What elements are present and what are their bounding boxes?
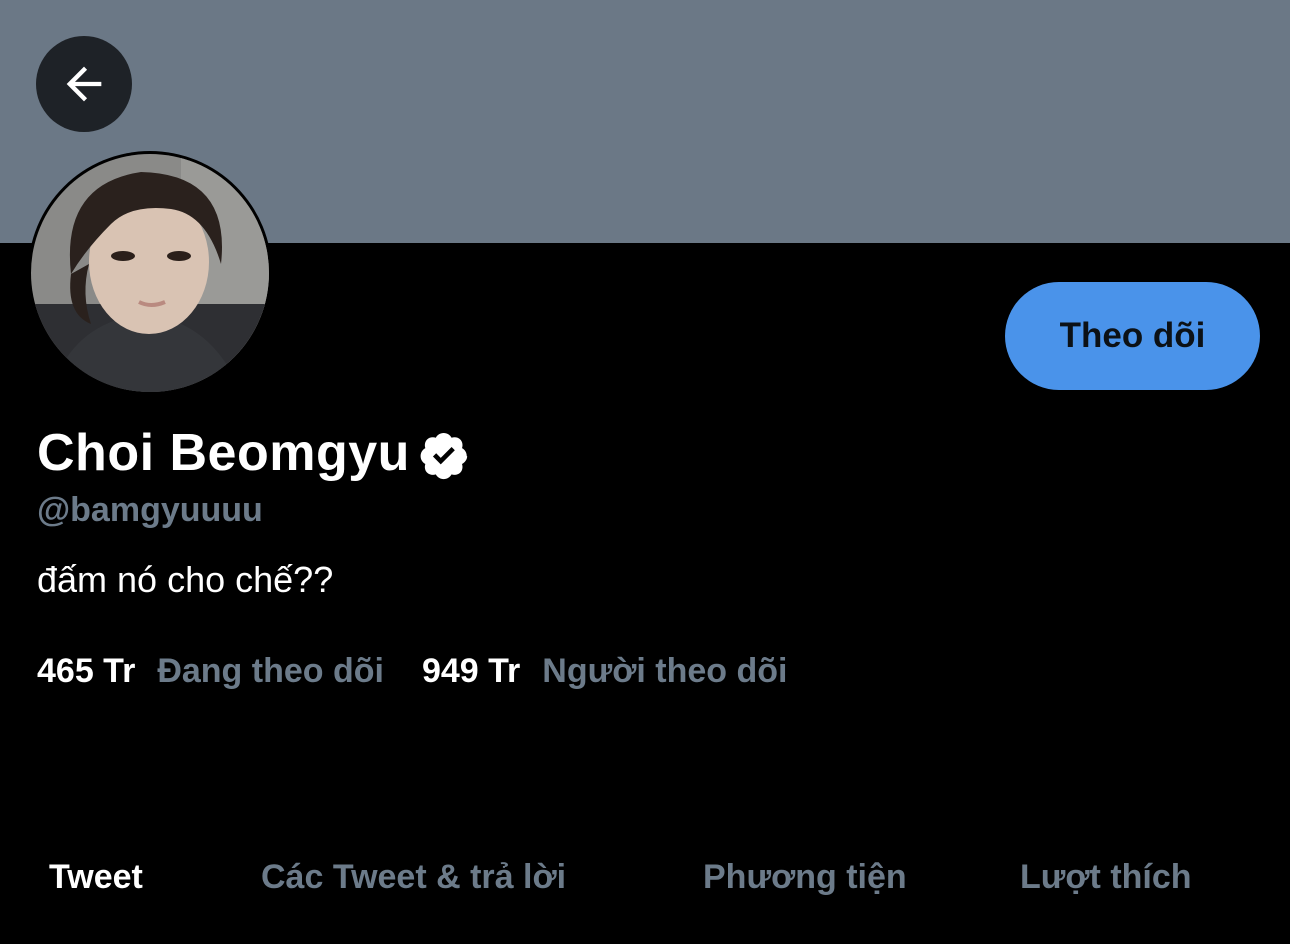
tab-likes[interactable]: Lượt thích [1020, 858, 1192, 897]
profile-stats: 465 Tr Đang theo dõi 949 Tr Người theo d… [37, 652, 788, 691]
display-name: Choi Beomgyu [37, 424, 410, 482]
arrow-left-icon [66, 66, 102, 102]
follow-button[interactable]: Theo dõi [1005, 282, 1260, 390]
avatar[interactable] [28, 151, 272, 395]
tab-media[interactable]: Phương tiện [703, 858, 907, 897]
name-row: Choi Beomgyu [37, 423, 470, 483]
bio-text: đấm nó cho chế?? [37, 559, 334, 600]
avatar-photo [31, 154, 269, 392]
tab-tweets-and-replies[interactable]: Các Tweet & trả lời [261, 858, 566, 897]
following-label: Đang theo dõi [157, 652, 384, 690]
tab-tweets[interactable]: Tweet [49, 858, 143, 897]
followers-label: Người theo dõi [542, 652, 788, 690]
verified-badge-icon[interactable] [418, 429, 470, 481]
back-button[interactable] [36, 36, 132, 132]
followers-stat[interactable]: 949 Tr Người theo dõi [422, 652, 788, 691]
user-handle: @bamgyuuuu [37, 491, 263, 529]
following-stat[interactable]: 465 Tr Đang theo dõi [37, 652, 384, 691]
following-count: 465 Tr [37, 652, 136, 690]
profile-tabs: Tweet Các Tweet & trả lời Phương tiện Lư… [0, 848, 1290, 912]
followers-count: 949 Tr [421, 652, 521, 690]
